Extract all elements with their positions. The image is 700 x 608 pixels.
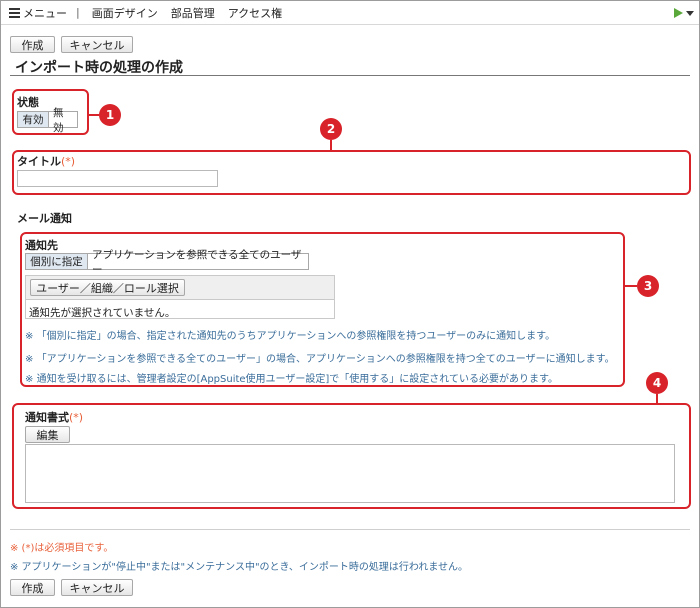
- callout-box-2: [12, 150, 691, 195]
- caret-down-icon[interactable]: [686, 11, 694, 16]
- required-note: ※ (*)は必須項目です。: [10, 543, 114, 554]
- mail-notification-heading: メール通知: [17, 212, 72, 225]
- callout-box-1: [12, 89, 89, 135]
- menu-item-parts[interactable]: 部品管理: [171, 5, 215, 21]
- callout-leader-2: [330, 140, 332, 150]
- menu-bar: メニュー | 画面デザイン 部品管理 アクセス権: [1, 1, 699, 25]
- play-icon[interactable]: [674, 8, 683, 18]
- callout-leader-4: [656, 394, 658, 403]
- list-icon[interactable]: [9, 7, 20, 18]
- callout-badge-3: 3: [637, 275, 659, 297]
- create-button-bottom[interactable]: 作成: [10, 579, 55, 596]
- cancel-button-bottom[interactable]: キャンセル: [61, 579, 133, 596]
- menu-link[interactable]: メニュー: [23, 5, 67, 21]
- cancel-button[interactable]: キャンセル: [61, 36, 133, 53]
- create-button[interactable]: 作成: [10, 36, 55, 53]
- callout-leader-3: [625, 285, 637, 287]
- app-frame: メニュー | 画面デザイン 部品管理 アクセス権 作成 キャンセル インポート時…: [0, 0, 700, 608]
- callout-box-3: [20, 232, 625, 387]
- page-title: インポート時の処理の作成: [15, 60, 183, 76]
- menu-item-access[interactable]: アクセス権: [228, 5, 282, 21]
- menu-separator: |: [76, 6, 80, 19]
- title-divider: [10, 75, 690, 76]
- callout-badge-4: 4: [646, 372, 668, 394]
- callout-box-4: [12, 403, 691, 509]
- callout-badge-2: 2: [320, 118, 342, 140]
- menu-item-screen-design[interactable]: 画面デザイン: [92, 5, 158, 21]
- callout-leader-1: [89, 114, 99, 116]
- footer-divider: [10, 529, 690, 530]
- status-note: ※ アプリケーションが"停止中"または"メンテナンス中"のとき、インポート時の処…: [10, 562, 469, 573]
- callout-badge-1: 1: [99, 104, 121, 126]
